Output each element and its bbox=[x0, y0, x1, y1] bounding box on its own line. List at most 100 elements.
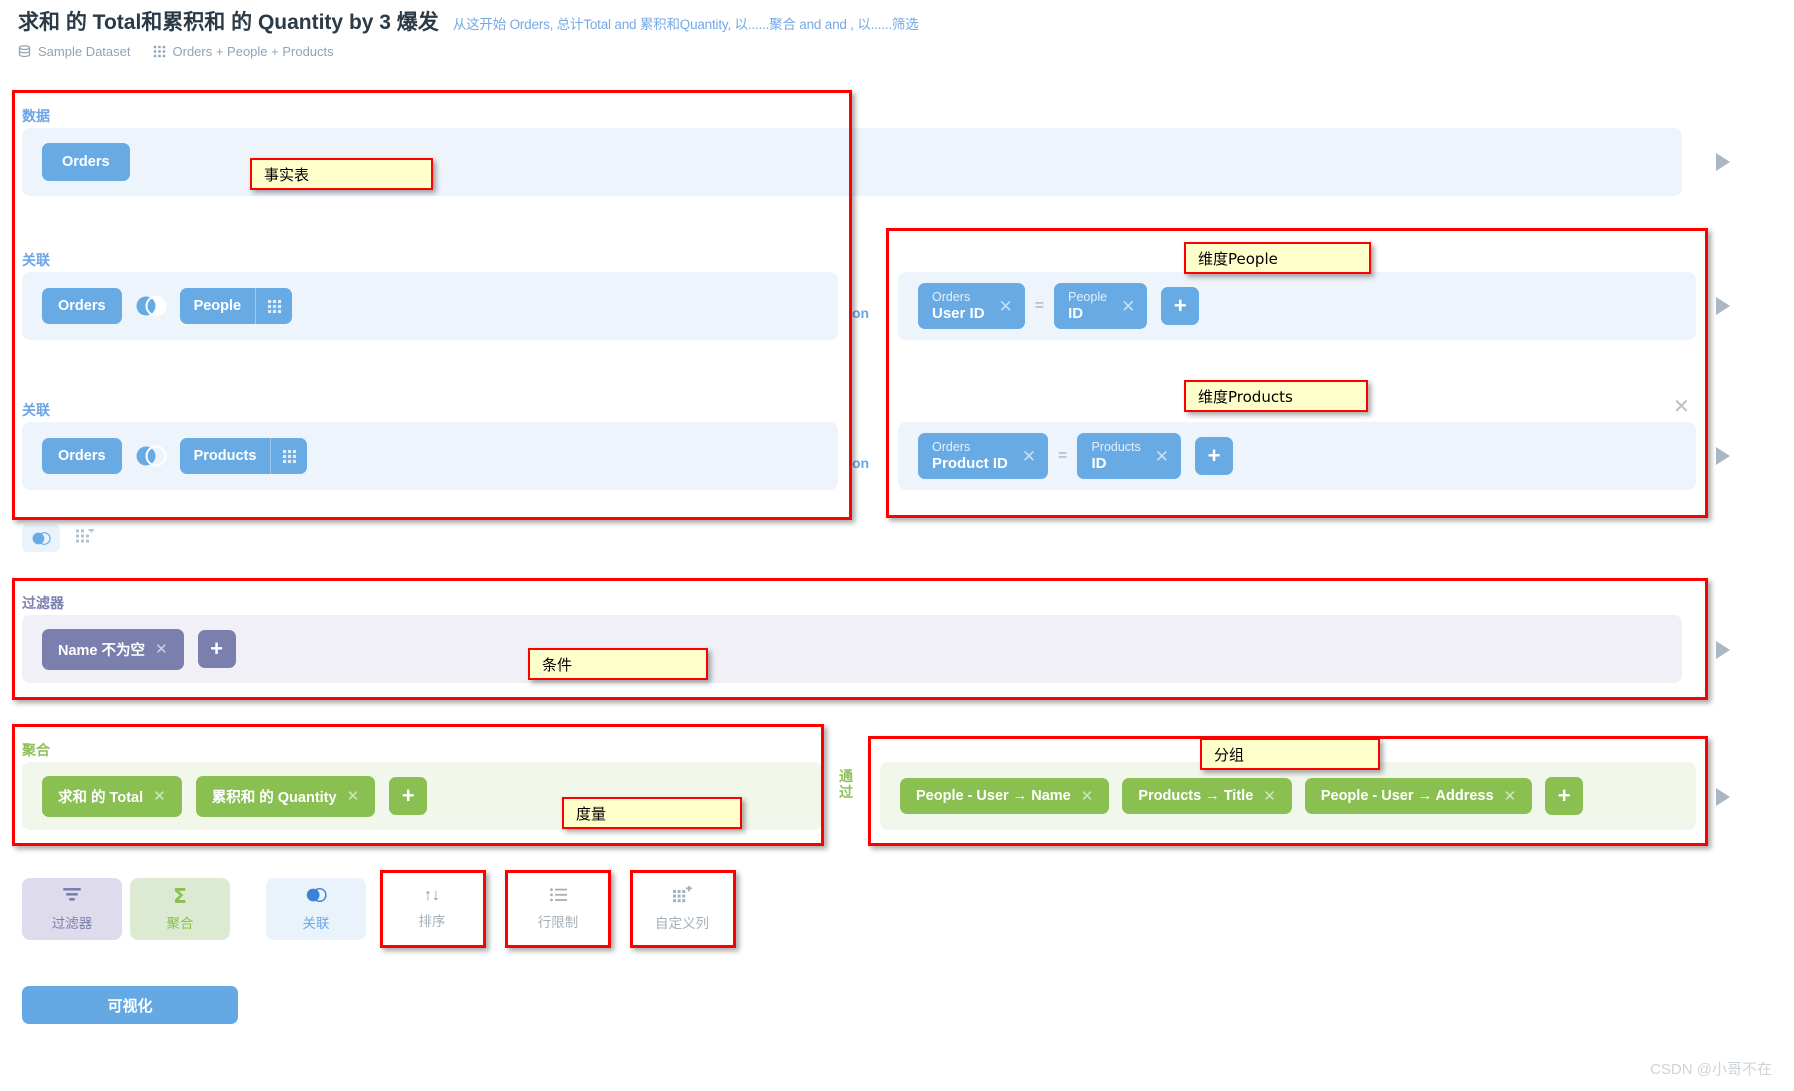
action-button-label: 排序 bbox=[418, 914, 446, 929]
join-products-cond-left-field: Product ID bbox=[932, 454, 1008, 472]
remove-icon[interactable]: ✕ bbox=[155, 642, 168, 657]
remove-icon[interactable]: ✕ bbox=[347, 789, 360, 804]
join-products-on-label: on bbox=[852, 455, 870, 471]
custom-column-icon bbox=[672, 885, 692, 906]
remove-icon[interactable]: ✕ bbox=[1263, 789, 1276, 804]
database-icon bbox=[18, 45, 31, 58]
data-source-pill[interactable]: Orders bbox=[42, 143, 130, 181]
callout-condition: 条件 bbox=[528, 648, 708, 680]
join-people-condition-body: Orders User ID ✕ = People ID ✕ + bbox=[898, 272, 1696, 340]
join-products-columns-picker-icon[interactable] bbox=[270, 438, 307, 474]
breakout-pill[interactable]: People - User → Address ✕ bbox=[1304, 778, 1533, 814]
add-filter-button[interactable]: + bbox=[197, 630, 236, 668]
join-products-cond-right-table: Products bbox=[1091, 439, 1141, 454]
join-people-cond-left-pill[interactable]: Orders User ID ✕ bbox=[918, 282, 1025, 330]
remove-icon[interactable]: ✕ bbox=[1504, 789, 1517, 804]
run-step-join-people-button[interactable] bbox=[1716, 297, 1730, 315]
action-button-sort[interactable]: ↑↓ 排序 bbox=[382, 878, 482, 940]
join-products-cond-right-field: ID bbox=[1091, 454, 1107, 472]
join-products-operator: = bbox=[1058, 447, 1068, 464]
summarize-by-label: 通过 bbox=[839, 768, 853, 801]
remove-icon[interactable]: ✕ bbox=[1155, 448, 1169, 465]
action-button-summarize[interactable]: Σ 聚合 bbox=[130, 878, 230, 940]
source-meta-row: Sample Dataset Orders + People + Product… bbox=[18, 44, 1718, 59]
join-people-lhs-pill[interactable]: Orders bbox=[42, 288, 122, 324]
join-products-condition-body: Orders Product ID ✕ = Products ID ✕ + bbox=[898, 422, 1696, 490]
join-people-columns-picker-icon[interactable] bbox=[255, 288, 292, 324]
add-aggregation-button[interactable]: + bbox=[389, 777, 428, 815]
join-people-cond-left-field: User ID bbox=[932, 304, 985, 322]
visualize-button[interactable]: 可视化 bbox=[22, 986, 238, 1024]
dataset-meta[interactable]: Sample Dataset bbox=[18, 44, 131, 59]
add-custom-column-icon-button[interactable] bbox=[66, 524, 104, 552]
join-people-cond-right-pill[interactable]: People ID ✕ bbox=[1054, 282, 1148, 330]
action-button-row-limit[interactable]: 行限制 bbox=[508, 878, 608, 940]
action-button-filter[interactable]: 过滤器 bbox=[22, 878, 122, 940]
join-type-icon[interactable] bbox=[134, 295, 168, 317]
step-label-join-products: 关联 bbox=[22, 402, 50, 418]
breakout-pill[interactable]: Products → Title ✕ bbox=[1122, 778, 1292, 814]
action-button-join[interactable]: 关联 bbox=[266, 878, 366, 940]
remove-icon[interactable]: ✕ bbox=[1121, 298, 1135, 315]
join-icon bbox=[304, 887, 328, 906]
action-button-label: 自定义列 bbox=[655, 916, 709, 931]
aggregation-pill[interactable]: 累积和 的 Quantity ✕ bbox=[195, 775, 376, 817]
add-join-condition-button[interactable]: + bbox=[1195, 437, 1234, 475]
callout-fact-table: 事实表 bbox=[250, 158, 433, 190]
action-button-label: 行限制 bbox=[537, 914, 579, 930]
join-people-operator: = bbox=[1034, 297, 1045, 314]
remove-icon[interactable]: ✕ bbox=[1081, 789, 1094, 804]
join-products-lhs-pill[interactable]: Orders bbox=[42, 438, 122, 474]
run-step-summarize-button[interactable] bbox=[1716, 788, 1730, 806]
breakout-pill[interactable]: People - User → Name ✕ bbox=[900, 778, 1110, 814]
sort-icon: ↑↓ bbox=[424, 887, 440, 904]
breakout-pill-label: People - User → Name bbox=[916, 788, 1071, 804]
filter-pill[interactable]: Name 不为空 ✕ bbox=[42, 628, 184, 670]
join-people-on-label: on bbox=[852, 305, 870, 321]
sigma-icon: Σ bbox=[173, 884, 187, 908]
join-products-rhs-label: Products bbox=[193, 448, 257, 464]
join-products-rhs-pill[interactable]: Products bbox=[179, 438, 308, 474]
tables-label: Orders + People + Products bbox=[172, 44, 334, 59]
remove-icon[interactable]: ✕ bbox=[153, 789, 166, 804]
filter-pill-label: Name 不为空 bbox=[58, 642, 146, 659]
add-breakout-button[interactable]: + bbox=[1545, 777, 1584, 815]
action-button-label: 聚合 bbox=[166, 916, 194, 931]
join-people-cond-left-table: Orders bbox=[932, 289, 971, 304]
dataset-label: Sample Dataset bbox=[38, 44, 131, 59]
join-products-cond-right-pill[interactable]: Products ID ✕ bbox=[1077, 432, 1182, 480]
remove-join-products-icon[interactable]: ✕ bbox=[1673, 394, 1690, 419]
tables-meta[interactable]: Orders + People + Products bbox=[153, 44, 334, 59]
action-button-custom-column[interactable]: 自定义列 bbox=[632, 878, 732, 940]
callout-measure: 度量 bbox=[562, 797, 742, 829]
join-people-rhs-pill[interactable]: People bbox=[179, 288, 293, 324]
row-limit-icon bbox=[549, 887, 567, 905]
aggregation-pill[interactable]: 求和 的 Total ✕ bbox=[42, 775, 182, 817]
run-step-filter-button[interactable] bbox=[1716, 641, 1730, 659]
filter-icon bbox=[62, 886, 82, 906]
toggle-join-icon-button[interactable] bbox=[22, 524, 60, 552]
join-products-cond-left-pill[interactable]: Orders Product ID ✕ bbox=[918, 432, 1049, 480]
run-step-join-products-button[interactable] bbox=[1716, 447, 1730, 465]
aggregation-pill-label: 累积和 的 Quantity bbox=[211, 789, 337, 806]
question-description: 从这开始 Orders, 总计Total and 累积和Quantity, 以.… bbox=[452, 17, 919, 32]
breakout-pill-label: People - User → Address bbox=[1320, 788, 1494, 804]
metabase-notebook-editor: 求和 的 Total和累积和 的 Quantity by 3 爆发 从这开始 O… bbox=[0, 0, 1794, 1091]
join-type-icon[interactable] bbox=[134, 445, 168, 467]
table-grid-icon bbox=[153, 45, 166, 58]
breakout-pill-label: Products → Title bbox=[1138, 788, 1254, 804]
title-row: 求和 的 Total和累积和 的 Quantity by 3 爆发 从这开始 O… bbox=[18, 6, 1718, 36]
callout-dim-people: 维度People bbox=[1184, 242, 1371, 274]
add-join-condition-button[interactable]: + bbox=[1161, 287, 1200, 325]
callout-grouping: 分组 bbox=[1200, 738, 1380, 770]
run-step-data-button[interactable] bbox=[1716, 153, 1730, 171]
join-people-cond-right-table: People bbox=[1068, 289, 1108, 304]
join-people-cond-right-field: ID bbox=[1068, 304, 1084, 322]
remove-icon[interactable]: ✕ bbox=[1022, 448, 1036, 465]
callout-dim-products: 维度Products bbox=[1184, 380, 1368, 412]
remove-icon[interactable]: ✕ bbox=[999, 298, 1013, 315]
question-header: 求和 的 Total和累积和 的 Quantity by 3 爆发 从这开始 O… bbox=[18, 6, 1718, 59]
page-title: 求和 的 Total和累积和 的 Quantity by 3 爆发 bbox=[18, 11, 439, 34]
filter-step-body: Name 不为空 ✕ + bbox=[22, 615, 1682, 683]
join-people-left-body: Orders People bbox=[22, 272, 838, 340]
